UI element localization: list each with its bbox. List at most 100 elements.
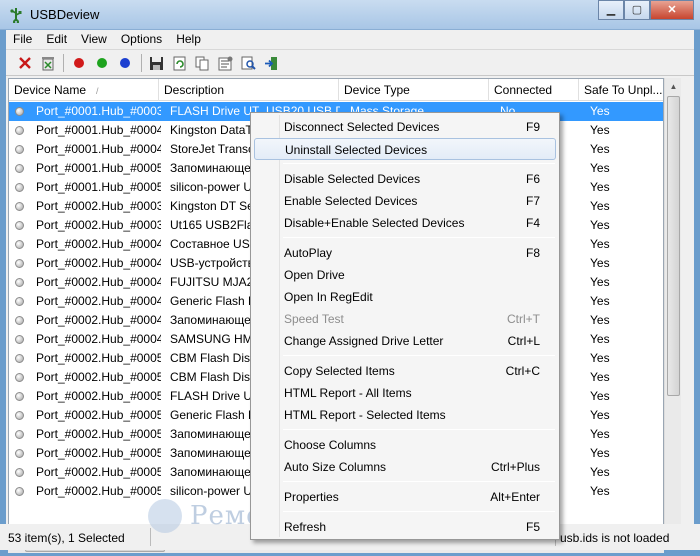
app-window: USBDeview ▁ ▢ ✕ File Edit View Options H… [0,0,700,556]
cell-name: Port_#0002.Hub_#0005 [36,446,161,460]
blue-dot [120,58,130,68]
device-status-icon [15,183,24,192]
menu-separator [283,429,555,430]
menu-item-label: Refresh [284,520,327,534]
column-safe-to-unplug[interactable]: Safe To Unpl... [579,79,663,101]
maximize-button[interactable]: ▢ [624,0,650,20]
cell-name: Port_#0002.Hub_#0004 [36,256,161,270]
cell-safe: Yes [590,161,610,175]
delete-icon[interactable] [16,54,34,72]
cell-name: Port_#0001.Hub_#0003 [36,104,161,118]
cell-safe: Yes [590,142,610,156]
minimize-button[interactable]: ▁ [598,0,624,20]
context-menu: Disconnect Selected Devices F9 Uninstall S… [250,112,560,540]
column-device-type[interactable]: Device Type [339,79,489,101]
menu-item-label: Open Drive [284,268,345,282]
cell-name: Port_#0001.Hub_#0005 [36,161,161,175]
find-icon[interactable] [239,54,257,72]
menu-item-properties[interactable]: Properties Alt+Enter [254,486,556,508]
column-connected[interactable]: Connected [489,79,579,101]
refresh-icon[interactable] [170,54,188,72]
usb-app-icon [10,8,22,23]
menu-item-enable-selected-devices[interactable]: Enable Selected Devices F7 [254,190,556,212]
cell-name: Port_#0002.Hub_#0004 [36,294,161,308]
blue-dot-icon[interactable] [116,54,134,72]
menu-item-label: Copy Selected Items [284,364,395,378]
device-status-icon [15,240,24,249]
cell-safe: Yes [590,408,610,422]
exit-icon[interactable] [262,54,280,72]
menu-view[interactable]: View [74,30,114,48]
vertical-scroll-thumb[interactable] [667,96,680,396]
toolbar-separator [63,54,64,72]
properties-icon[interactable] [216,54,234,72]
menu-item-html-report-all-items[interactable]: HTML Report - All Items [254,382,556,404]
close-button[interactable]: ✕ [650,0,694,20]
menu-item-uninstall-selected-devices[interactable]: Uninstall Selected Devices [254,138,556,160]
menu-item-disconnect-selected-devices[interactable]: Disconnect Selected Devices F9 [254,116,556,138]
cell-name: Port_#0002.Hub_#0004 [36,237,161,251]
menu-item-copy-selected-items[interactable]: Copy Selected Items Ctrl+C [254,360,556,382]
column-device-name[interactable]: Device Name / [9,79,159,101]
device-status-icon [15,411,24,420]
watermark-logo-icon [148,499,182,533]
scroll-up-arrow[interactable]: ▲ [665,78,682,95]
menu-options[interactable]: Options [114,30,169,48]
status-item-count: 53 item(s), 1 Selected [8,531,125,545]
menu-file[interactable]: File [6,30,39,48]
menu-item-shortcut: F9 [525,120,540,134]
menu-item-open-in-regedit[interactable]: Open In RegEdit [254,286,556,308]
window-title: USBDeview [30,7,100,22]
menu-separator [283,511,555,512]
menu-item-shortcut: F5 [525,520,540,534]
menu-help[interactable]: Help [169,30,208,48]
menu-item-shortcut: Ctrl+T [507,312,540,326]
device-status-icon [15,164,24,173]
menu-item-label: Speed Test [284,312,344,326]
menu-item-auto-size-columns[interactable]: Auto Size Columns Ctrl+Plus [254,456,556,478]
menu-item-disable-selected-devices[interactable]: Disable Selected Devices F6 [254,168,556,190]
green-dot-icon[interactable] [93,54,111,72]
menu-item-shortcut: F7 [525,194,540,208]
cell-safe: Yes [590,294,610,308]
menu-item-disable-enable-selected-devices[interactable]: Disable+Enable Selected Devices F4 [254,212,556,234]
cell-name: Port_#0002.Hub_#0005 [36,427,161,441]
menu-item-html-report-selected-items[interactable]: HTML Report - Selected Items [254,404,556,426]
save-icon[interactable] [147,54,165,72]
menu-item-label: Enable Selected Devices [284,194,418,208]
red-dot-icon[interactable] [70,54,88,72]
column-description[interactable]: Description [159,79,339,101]
menu-separator [283,163,555,164]
title-bar[interactable]: USBDeview ▁ ▢ ✕ [0,0,700,30]
device-status-icon [15,373,24,382]
menu-item-label: Disable Selected Devices [284,172,421,186]
menu-item-speed-test: Speed Test Ctrl+T [254,308,556,330]
menu-bar: File Edit View Options Help [6,30,694,48]
status-usb-ids: usb.ids is not loaded [560,531,670,545]
menu-item-shortcut: F4 [525,216,540,230]
device-status-icon [15,126,24,135]
vertical-scrollbar[interactable]: ▲ ▼ [664,78,681,536]
menu-item-open-drive[interactable]: Open Drive [254,264,556,286]
device-status-icon [15,335,24,344]
menu-item-refresh[interactable]: Refresh F5 [254,516,556,538]
menu-item-change-assigned-drive-letter[interactable]: Change Assigned Drive Letter Ctrl+L [254,330,556,352]
copy-icon[interactable] [193,54,211,72]
menu-item-label: HTML Report - Selected Items [284,408,446,422]
cell-safe: Yes [590,446,610,460]
cell-name: Port_#0001.Hub_#0004 [36,142,161,156]
column-label: Device Name [14,83,87,97]
menu-separator [283,237,555,238]
menu-item-label: HTML Report - All Items [284,386,412,400]
cell-safe: Yes [590,104,610,118]
device-status-icon [15,202,24,211]
cell-safe: Yes [590,465,610,479]
device-status-icon [15,107,24,116]
menu-item-choose-columns[interactable]: Choose Columns [254,434,556,456]
menu-item-autoplay[interactable]: AutoPlay F8 [254,242,556,264]
menu-item-label: Change Assigned Drive Letter [284,334,444,348]
menu-item-label: Choose Columns [284,438,377,452]
toolbar-separator [141,54,142,72]
uninstall-icon[interactable] [39,54,57,72]
menu-edit[interactable]: Edit [39,30,74,48]
